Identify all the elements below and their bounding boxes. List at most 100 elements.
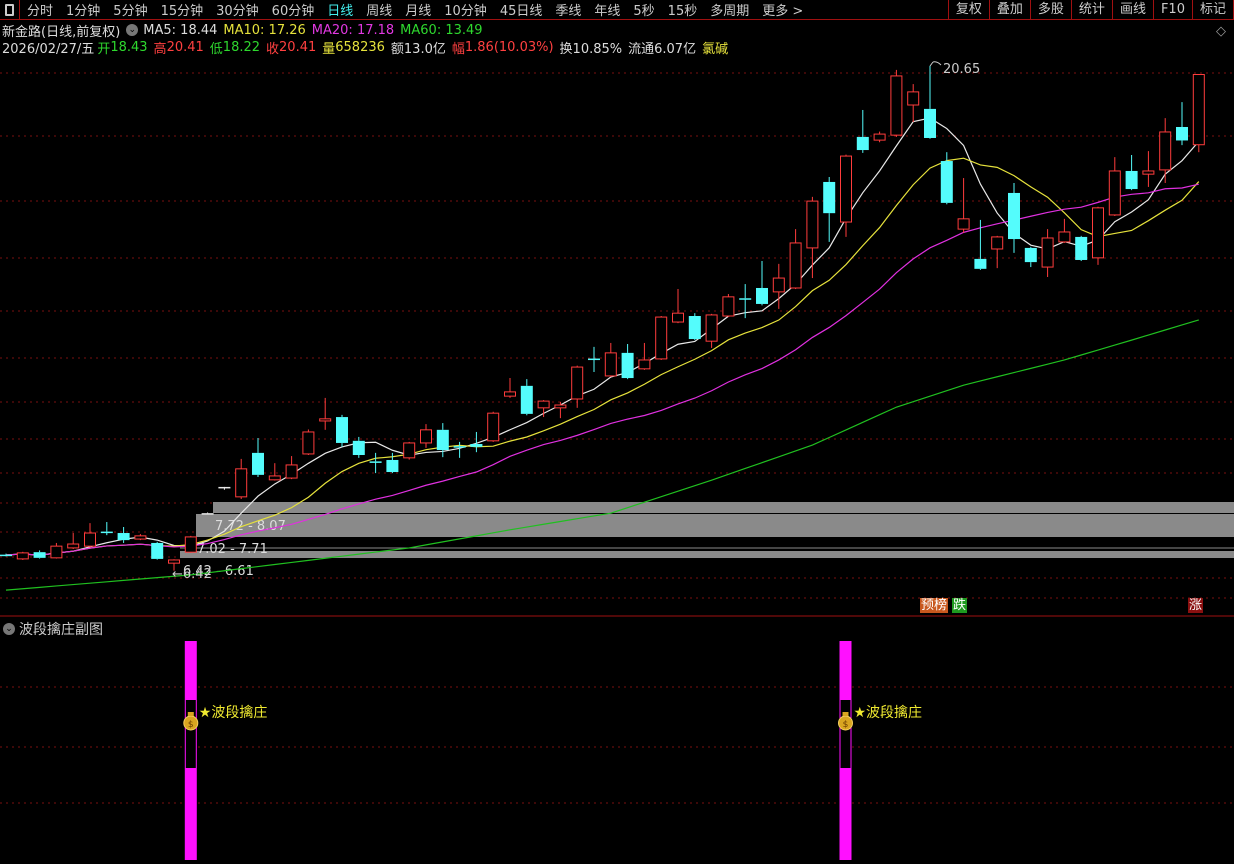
- candle-body: [369, 461, 382, 463]
- money-bag-icon-neck: [842, 712, 849, 716]
- candle-body: [67, 543, 80, 549]
- candle-body: [470, 444, 483, 447]
- candle: [1058, 218, 1071, 243]
- candle: [84, 523, 96, 548]
- candle: [285, 456, 298, 480]
- candle: [638, 342, 651, 370]
- candle: [672, 289, 684, 324]
- candle-body: [436, 429, 449, 451]
- candle: [1092, 206, 1104, 265]
- candle: [487, 411, 500, 442]
- candle-body: [302, 431, 315, 455]
- candle-body: [772, 277, 785, 293]
- signal-bar-hollow: [184, 699, 197, 769]
- signal-zhang: 涨: [1188, 598, 1204, 613]
- candle-body: [168, 559, 180, 564]
- signal-bar-bottom: [184, 769, 197, 860]
- candle: [1142, 151, 1155, 187]
- candles: [0, 66, 1205, 571]
- candle-body: [184, 536, 197, 553]
- candle-body: [134, 535, 147, 540]
- candle: [588, 346, 600, 373]
- candle-body: [319, 418, 332, 422]
- candle-body: [403, 442, 416, 459]
- candle-body: [991, 236, 1004, 250]
- candle-body: [571, 366, 584, 400]
- candle-body: [940, 161, 953, 203]
- candle-body: [655, 316, 668, 360]
- candle-body: [453, 446, 466, 448]
- signal-yubang: 预榜: [920, 598, 949, 613]
- candle: [1008, 183, 1020, 253]
- candle: [50, 542, 63, 559]
- candle: [1159, 118, 1172, 184]
- signal-bar: $ ★波段擒庄: [838, 641, 923, 860]
- candle-body: [218, 486, 231, 489]
- candle: [252, 437, 264, 477]
- candle-body: [1192, 74, 1205, 146]
- candle-body: [1008, 192, 1020, 240]
- candle: [571, 365, 584, 408]
- candle-body: [33, 552, 46, 558]
- candle: [957, 178, 970, 233]
- candle-body: [336, 417, 348, 443]
- candle: [520, 379, 533, 416]
- subchart-title: 波段擒庄副图: [19, 622, 103, 638]
- high-marker-label: 20.65: [943, 62, 980, 77]
- signal-die: 跌: [952, 598, 968, 613]
- candle: [655, 316, 668, 360]
- candle: [907, 84, 920, 123]
- candle: [1041, 229, 1054, 277]
- candle: [100, 522, 113, 536]
- candle-body: [890, 75, 903, 136]
- candle-body: [151, 542, 164, 559]
- chip-zones: 7.72 - 8.077.02 - 7.716.42 - 6.61: [180, 502, 1234, 579]
- signal-label: ★波段擒庄: [199, 704, 268, 721]
- candle: [705, 313, 718, 348]
- candle-body: [621, 352, 634, 379]
- candle-body: [705, 314, 718, 342]
- candle-body: [688, 316, 701, 340]
- signal-bar-top: [184, 641, 197, 699]
- chip-zone: [196, 514, 1234, 537]
- candle: [0, 553, 12, 557]
- signal-label: ★波段擒庄: [854, 704, 923, 721]
- candle-body: [84, 532, 96, 547]
- candle: [403, 441, 416, 460]
- high-marker-arrow: [929, 61, 942, 67]
- zone-label: 7.72 - 8.07: [215, 519, 286, 534]
- candle: [856, 109, 869, 153]
- candle: [420, 424, 432, 448]
- zone-label: 7.02 - 7.71: [197, 542, 268, 557]
- candle-body: [285, 464, 298, 479]
- low-marker-label: ←6.42: [172, 567, 212, 582]
- candle: [369, 452, 382, 474]
- candle: [806, 196, 819, 279]
- candle-body: [672, 312, 684, 323]
- ma20-line: [5, 183, 1199, 556]
- candle-body: [873, 133, 886, 141]
- chevron-down-icon[interactable]: ⌄: [3, 623, 15, 635]
- subchart-header: ⌄ 波段擒庄副图: [2, 619, 103, 639]
- candle-body: [823, 181, 836, 214]
- candle-body: [588, 358, 600, 361]
- candle: [1108, 157, 1121, 216]
- candle-body: [1142, 170, 1155, 175]
- candle-body: [638, 359, 651, 370]
- price-chart[interactable]: 7.72 - 8.077.02 - 7.716.42 - 6.61 20.65←…: [0, 0, 1234, 864]
- candle-body: [957, 218, 970, 230]
- subchart-signals: $ ★波段擒庄 $ ★波段擒庄: [183, 641, 923, 860]
- candle-body: [1125, 170, 1138, 190]
- candle-body: [739, 298, 752, 300]
- candle-body: [1176, 126, 1188, 141]
- candle: [184, 535, 197, 553]
- candle: [1192, 74, 1205, 153]
- candle: [268, 463, 281, 481]
- signal-bar-top: [839, 641, 852, 699]
- candle: [823, 176, 836, 242]
- candle: [336, 414, 348, 447]
- candle: [554, 401, 567, 419]
- candle: [604, 342, 617, 377]
- candle: [890, 69, 903, 137]
- candle: [789, 229, 802, 290]
